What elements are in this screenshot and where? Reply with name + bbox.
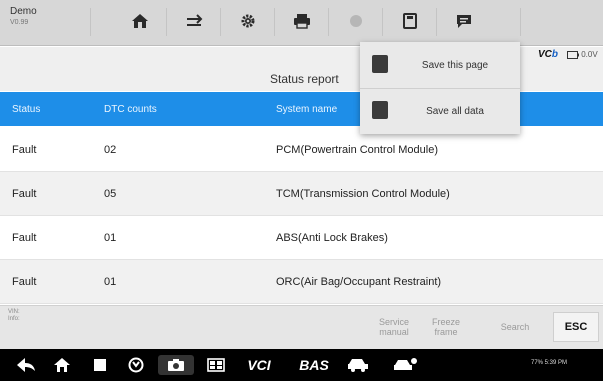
app-name: Demo [10, 6, 37, 17]
toolbar-divider [90, 8, 91, 36]
bas-label: BAS [299, 357, 329, 373]
message-icon [457, 15, 471, 28]
vin-label: VIN: [8, 309, 20, 315]
row-system-name: ABS(Anti Lock Brakes) [276, 232, 388, 244]
esc-button[interactable]: ESC [553, 312, 599, 342]
screenshot-button[interactable] [342, 9, 370, 33]
home-icon [132, 14, 148, 28]
recent-apps-icon [94, 359, 106, 371]
remote-car-icon [394, 358, 417, 370]
toolbar-divider [382, 8, 383, 36]
freeze-frame-label-line2: frame [434, 327, 458, 337]
toolbar-divider [220, 8, 221, 36]
app-version: V0.99 [10, 19, 29, 26]
table-row[interactable]: Fault 05 TCM(Transmission Control Module… [0, 172, 603, 216]
save-button[interactable] [396, 9, 424, 33]
service-manual-button[interactable]: Service manual [372, 312, 416, 342]
save-icon [403, 13, 417, 29]
image-icon [372, 55, 388, 73]
service-manual-label-line2: manual [379, 327, 409, 337]
row-system-name: PCM(Powertrain Control Module) [276, 144, 438, 156]
camera-nav-button[interactable] [158, 355, 194, 375]
shield-nav-button[interactable] [126, 355, 146, 375]
row-status: Fault [12, 144, 37, 156]
column-header-status: Status [12, 104, 41, 115]
camera-icon [168, 359, 184, 371]
save-this-page-label: Save this page [421, 60, 489, 71]
row-dtc-count: 05 [104, 188, 117, 200]
display-nav-button[interactable] [206, 355, 226, 375]
row-status: Fault [12, 232, 37, 244]
row-status: Fault [12, 188, 37, 200]
home-button[interactable] [126, 9, 154, 33]
column-header-system-name: System name [276, 104, 338, 115]
column-header-dtc-counts: DTC counts [104, 104, 157, 115]
toolbar-divider [520, 8, 521, 36]
message-button[interactable] [450, 9, 478, 33]
vehicle-info: VIN: Info: [8, 309, 20, 323]
camera-icon [350, 15, 362, 27]
freeze-frame-button[interactable]: Freeze frame [424, 312, 468, 342]
row-dtc-count: 01 [104, 276, 117, 288]
bas-nav-button[interactable]: BAS [292, 355, 336, 375]
car-link-nav-button[interactable] [344, 355, 372, 375]
vehicle-swap-button[interactable] [180, 9, 208, 33]
pdf-icon [372, 101, 388, 119]
back-arrow-icon [17, 358, 35, 372]
row-dtc-count: 01 [104, 232, 117, 244]
print-button[interactable] [288, 9, 316, 33]
recent-apps-button[interactable] [90, 355, 110, 375]
toolbar-divider [328, 8, 329, 36]
row-system-name: TCM(Transmission Control Module) [276, 188, 450, 200]
remote-nav-button[interactable] [390, 355, 420, 375]
home-nav-button[interactable] [52, 355, 72, 375]
row-system-name: ORC(Air Bag/Occupant Restraint) [276, 276, 442, 288]
vci-nav-button[interactable]: VCI [236, 355, 282, 375]
table-row[interactable]: Fault 01 ORC(Air Bag/Occupant Restraint) [0, 260, 603, 304]
gear-icon [241, 14, 255, 28]
car-icon [348, 359, 368, 372]
save-menu: Save this page Save all data [360, 42, 520, 134]
search-button[interactable]: Search [490, 312, 540, 342]
battery-icon [567, 50, 579, 59]
battery-voltage: 0.0V [567, 50, 598, 59]
freeze-frame-label: Freeze [431, 317, 460, 327]
info-label: Info: [8, 316, 20, 322]
toolbar-divider [166, 8, 167, 36]
row-status: Fault [12, 276, 37, 288]
vcb-indicator: VCb [538, 49, 559, 60]
settings-button[interactable] [234, 9, 262, 33]
vehicle-swap-icon [187, 14, 203, 26]
shield-icon [128, 357, 144, 373]
back-button[interactable] [16, 355, 36, 375]
vci-label: VCI [247, 357, 271, 373]
display-grid-icon [207, 358, 225, 372]
toolbar-divider [436, 8, 437, 36]
row-dtc-count: 02 [104, 144, 117, 156]
table-row[interactable]: Fault 02 PCM(Powertrain Control Module) [0, 128, 603, 172]
status-indicators: 77% 5:39 PM [531, 360, 567, 366]
table-row[interactable]: Fault 01 ABS(Anti Lock Brakes) [0, 216, 603, 260]
save-this-page-option[interactable]: Save this page [360, 42, 520, 88]
status-text: 77% 5:39 PM [531, 360, 568, 366]
printer-icon [294, 14, 310, 29]
save-all-data-label: Save all data [426, 106, 484, 117]
service-manual-label: Service [378, 317, 409, 327]
home-outline-icon [54, 358, 70, 372]
voltage-text: 0.0V [581, 50, 598, 59]
page-title: Status report [270, 72, 339, 86]
toolbar-divider [274, 8, 275, 36]
save-all-data-option[interactable]: Save all data [360, 88, 520, 134]
